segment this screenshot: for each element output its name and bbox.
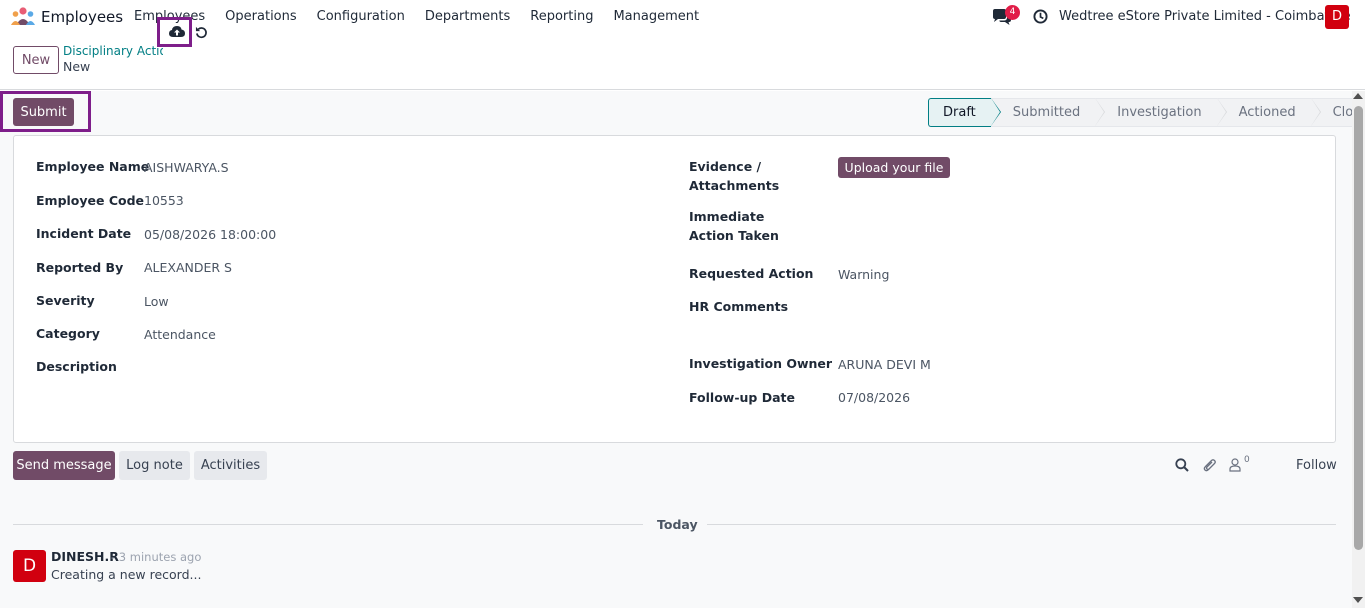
menu-reporting[interactable]: Reporting xyxy=(530,9,593,24)
incident-date-field[interactable]: 05/08/2026 18:00:00 xyxy=(144,225,276,244)
hr-comments-label: HR Comments xyxy=(689,299,789,314)
requested-action-label: Requested Action xyxy=(689,266,814,281)
company-switcher[interactable]: Wedtree eStore Private Limited - Coimbat… xyxy=(1059,9,1351,24)
severity-field[interactable]: Low xyxy=(144,292,169,311)
menu-management[interactable]: Management xyxy=(613,9,699,24)
category-field[interactable]: Attendance xyxy=(144,325,216,344)
employee-code-label: Employee Code xyxy=(36,193,145,208)
message-author-avatar[interactable]: D xyxy=(13,550,46,582)
main-menu: Employees Operations Configuration Depar… xyxy=(134,9,719,24)
incident-date-label: Incident Date xyxy=(36,226,132,241)
immediate-action-label: Immediate Action Taken xyxy=(689,209,779,243)
upload-file-button[interactable]: Upload your file xyxy=(838,157,950,178)
reported-by-label: Reported By xyxy=(36,260,124,275)
breadcrumb-parent[interactable]: Disciplinary Action xyxy=(63,44,163,58)
investigation-owner-label: Investigation Owner xyxy=(689,356,833,371)
follow-button[interactable]: Follow xyxy=(1296,458,1337,473)
clock-icon[interactable] xyxy=(1033,9,1048,24)
date-separator-label: Today xyxy=(657,517,698,532)
breadcrumb-current: New xyxy=(63,59,91,74)
new-button[interactable]: New xyxy=(13,46,59,74)
scrollbar-thumb[interactable] xyxy=(1354,106,1363,550)
follower-count: 0 xyxy=(1244,455,1250,465)
menu-configuration[interactable]: Configuration xyxy=(317,9,405,24)
message-author[interactable]: DINESH.R xyxy=(51,549,119,564)
status-bar: Draft Submitted Investigation Actioned C… xyxy=(928,98,1365,127)
investigation-owner-field[interactable]: ARUNA DEVI M xyxy=(838,355,931,374)
paperclip-icon[interactable] xyxy=(1203,458,1217,473)
employee-code-field[interactable]: 10553 xyxy=(144,191,184,210)
activities-button[interactable]: Activities xyxy=(194,451,267,480)
users-logo-icon[interactable] xyxy=(11,7,35,25)
search-icon[interactable] xyxy=(1175,458,1189,472)
followup-date-field[interactable]: 07/08/2026 xyxy=(838,388,910,407)
evidence-label: Evidence / Attachments xyxy=(689,159,780,193)
log-note-button[interactable]: Log note xyxy=(119,451,190,480)
app-name[interactable]: Employees xyxy=(41,8,123,26)
form-sheet xyxy=(13,135,1336,443)
undo-icon[interactable] xyxy=(195,26,208,39)
user-avatar[interactable]: D xyxy=(1325,5,1349,29)
reported-by-field[interactable]: ALEXANDER S xyxy=(144,258,232,277)
stage-submitted[interactable]: Submitted xyxy=(990,98,1106,127)
stage-draft[interactable]: Draft xyxy=(928,98,1001,127)
stage-actioned[interactable]: Actioned xyxy=(1216,98,1321,127)
menu-departments[interactable]: Departments xyxy=(425,9,510,24)
employee-name-label: Employee Name xyxy=(36,159,150,174)
submit-button[interactable]: Submit xyxy=(13,98,74,126)
date-separator-line xyxy=(13,524,643,525)
followup-date-label: Follow-up Date xyxy=(689,390,795,405)
cloud-upload-icon[interactable] xyxy=(169,25,185,39)
send-message-button[interactable]: Send message xyxy=(13,451,115,480)
severity-label: Severity xyxy=(36,293,95,308)
menu-operations[interactable]: Operations xyxy=(225,9,296,24)
description-label: Description xyxy=(36,359,117,374)
category-label: Category xyxy=(36,326,100,341)
scroll-down-arrow[interactable] xyxy=(1353,597,1363,603)
message-count-badge: 4 xyxy=(1005,5,1020,20)
control-panel: New Disciplinary Action New xyxy=(0,34,1365,90)
date-separator-line xyxy=(707,524,1336,525)
message-body: Creating a new record... xyxy=(51,567,202,582)
scroll-up-arrow[interactable] xyxy=(1353,93,1363,99)
employee-name-field[interactable]: AISHWARYA.S xyxy=(144,158,229,177)
stage-investigation[interactable]: Investigation xyxy=(1095,98,1228,127)
message-timestamp: - 3 minutes ago xyxy=(111,550,202,564)
requested-action-field[interactable]: Warning xyxy=(838,265,889,284)
user-icon[interactable] xyxy=(1229,458,1241,472)
